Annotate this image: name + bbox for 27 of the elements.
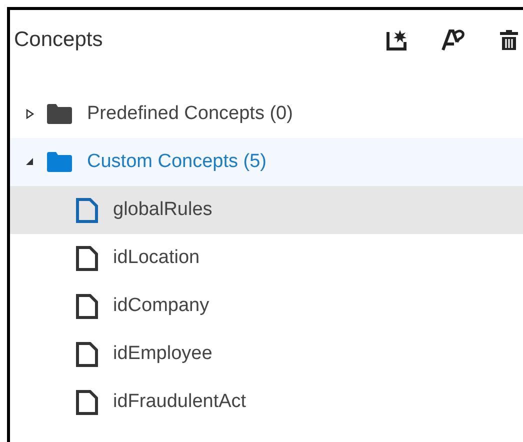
caret-down-icon[interactable]	[25, 157, 35, 167]
tree-folder-row[interactable]: Predefined Concepts (0)	[10, 90, 523, 138]
delete-icon[interactable]	[497, 28, 521, 52]
rename-icon[interactable]	[441, 28, 465, 52]
new-item-icon[interactable]	[385, 28, 409, 52]
caret-right-icon[interactable]	[25, 109, 35, 119]
item-label: idLocation	[113, 246, 200, 270]
panel-title: Concepts	[14, 27, 103, 54]
folder-icon	[47, 104, 72, 124]
tree-item-row[interactable]: idEmployee	[10, 330, 523, 378]
file-icon	[76, 294, 98, 318]
item-label: globalRules	[113, 198, 212, 222]
file-icon	[76, 198, 98, 222]
file-icon	[76, 342, 98, 366]
tree-item-row[interactable]: idFraudulentAct	[10, 378, 523, 426]
file-icon	[76, 246, 98, 270]
tree-item-row[interactable]: idCompany	[10, 282, 523, 330]
tree-item-row[interactable]: idLocation	[10, 234, 523, 282]
folder-label: Custom Concepts (5)	[87, 150, 267, 174]
folder-label: Predefined Concepts (0)	[87, 102, 293, 126]
item-label: idEmployee	[113, 342, 212, 366]
file-icon	[76, 390, 98, 414]
item-label: idFraudulentAct	[113, 390, 246, 414]
tree-folder-row[interactable]: Custom Concepts (5)	[10, 138, 523, 186]
folder-icon	[47, 152, 72, 172]
item-label: idCompany	[113, 294, 210, 318]
tree-item-row[interactable]: globalRules	[10, 186, 523, 234]
